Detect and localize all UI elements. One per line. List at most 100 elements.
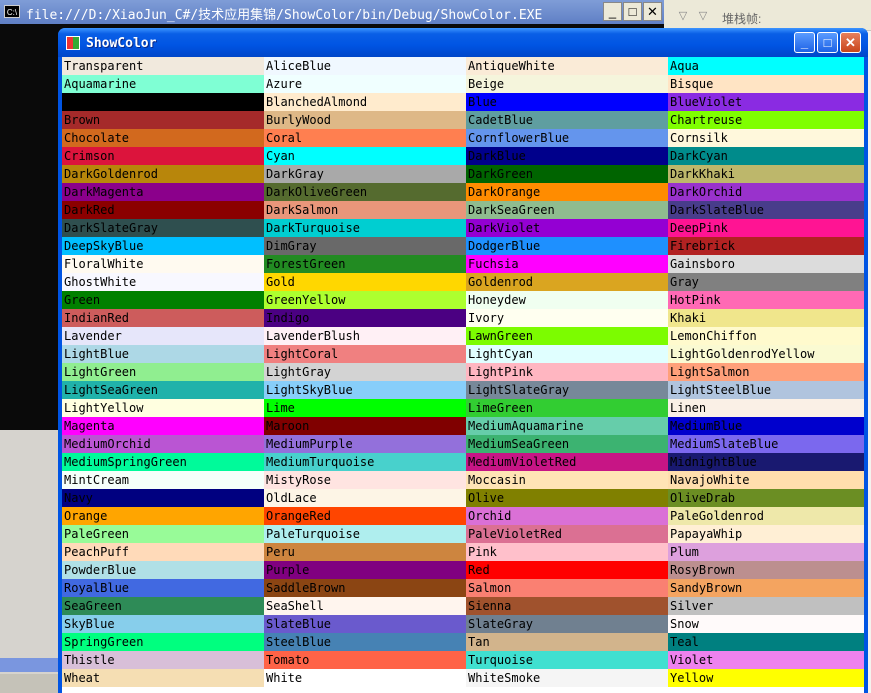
color-cell: AliceBlue — [264, 57, 466, 75]
console-maximize-button[interactable]: □ — [623, 2, 642, 21]
filter-icon[interactable]: ▽ — [676, 9, 690, 23]
color-cell: Violet — [668, 651, 864, 669]
color-cell: Aqua — [668, 57, 864, 75]
color-cell: SpringGreen — [62, 633, 264, 651]
color-cell: MediumSlateBlue — [668, 435, 864, 453]
color-grid: Transparent AliceBlue AntiqueWhite Aqua Aqua… — [62, 57, 864, 687]
color-cell: DarkSlateBlue — [668, 201, 864, 219]
color-cell: LightGray — [264, 363, 466, 381]
color-cell: SandyBrown — [668, 579, 864, 597]
stack-frame-label: 堆栈帧: — [722, 12, 762, 26]
color-cell: Cyan — [264, 147, 466, 165]
color-cell: MidnightBlue — [668, 453, 864, 471]
color-cell: BlueViolet — [668, 93, 864, 111]
color-cell: BlanchedAlmond — [264, 93, 466, 111]
color-cell: Yellow — [668, 669, 864, 687]
close-button[interactable]: ✕ — [840, 32, 861, 53]
color-cell: LightGreen — [62, 363, 264, 381]
color-cell: PapayaWhip — [668, 525, 864, 543]
color-cell: PeachPuff — [62, 543, 264, 561]
color-cell: DimGray — [264, 237, 466, 255]
color-cell: Bisque — [668, 75, 864, 93]
color-cell: PaleTurquoise — [264, 525, 466, 543]
color-cell: Chartreuse — [668, 111, 864, 129]
color-cell: Indigo — [264, 309, 466, 327]
color-cell: DarkKhaki — [668, 165, 864, 183]
maximize-button[interactable]: □ — [817, 32, 838, 53]
color-cell: LimeGreen — [466, 399, 668, 417]
color-cell: OliveDrab — [668, 489, 864, 507]
color-cell: MediumOrchid — [62, 435, 264, 453]
color-cell: Plum — [668, 543, 864, 561]
color-cell: DarkTurquoise — [264, 219, 466, 237]
console-minimize-button[interactable]: _ — [603, 2, 622, 21]
color-cell: DarkGray — [264, 165, 466, 183]
color-cell: DarkOrange — [466, 183, 668, 201]
color-cell: MistyRose — [264, 471, 466, 489]
console-title-bar[interactable]: C:\ file:///D:/XiaoJun_C#/技术应用集锦/ShowCol… — [0, 0, 664, 24]
color-cell: Lime — [264, 399, 466, 417]
color-cell: Moccasin — [466, 471, 668, 489]
color-cell: Brown — [62, 111, 264, 129]
color-cell: SeaShell — [264, 597, 466, 615]
color-cell: Pink — [466, 543, 668, 561]
color-cell: LightSalmon — [668, 363, 864, 381]
color-cell: LavenderBlush — [264, 327, 466, 345]
color-cell: HotPink — [668, 291, 864, 309]
console-title: file:///D:/XiaoJun_C#/技术应用集锦/ShowColor/b… — [26, 8, 543, 23]
color-cell: FloralWhite — [62, 255, 264, 273]
color-cell: Black — [62, 93, 264, 111]
color-cell: Fuchsia — [466, 255, 668, 273]
color-cell: CadetBlue — [466, 111, 668, 129]
color-cell: LightCoral — [264, 345, 466, 363]
color-cell: DodgerBlue — [466, 237, 668, 255]
color-cell: MediumTurquoise — [264, 453, 466, 471]
color-cell: Khaki — [668, 309, 864, 327]
color-cell: BurlyWood — [264, 111, 466, 129]
color-cell: Cornsilk — [668, 129, 864, 147]
color-cell: Gray — [668, 273, 864, 291]
color-cell: PaleGoldenrod — [668, 507, 864, 525]
color-cell: Sienna — [466, 597, 668, 615]
console-close-button[interactable]: ✕ — [643, 2, 662, 21]
color-cell: Beige — [466, 75, 668, 93]
color-cell: DarkGreen — [466, 165, 668, 183]
color-cell: SkyBlue — [62, 615, 264, 633]
color-cell: DarkBlue — [466, 147, 668, 165]
color-cell: Crimson — [62, 147, 264, 165]
stack-frame-icon[interactable]: ▽ — [696, 9, 710, 23]
showcolor-window: ShowColor _ □ ✕ Transparent AliceBlue Anti… — [58, 28, 868, 693]
color-cell: Gainsboro — [668, 255, 864, 273]
color-cell: Wheat — [62, 669, 264, 687]
color-cell: Magenta — [62, 417, 264, 435]
color-cell: Olive — [466, 489, 668, 507]
minimize-button[interactable]: _ — [794, 32, 815, 53]
color-cell: DarkSeaGreen — [466, 201, 668, 219]
color-cell: Lavender — [62, 327, 264, 345]
color-cell: Turquoise — [466, 651, 668, 669]
console-icon: C:\ — [4, 5, 20, 18]
color-cell: Thistle — [62, 651, 264, 669]
color-cell: DarkSlateGray — [62, 219, 264, 237]
color-cell: MediumSpringGreen — [62, 453, 264, 471]
color-cell: Tomato — [264, 651, 466, 669]
color-cell: LightBlue — [62, 345, 264, 363]
color-cell: LightSlateGray — [466, 381, 668, 399]
color-cell: DarkGoldenrod — [62, 165, 264, 183]
color-cell: Snow — [668, 615, 864, 633]
color-cell: LightCyan — [466, 345, 668, 363]
color-cell: SlateGray — [466, 615, 668, 633]
color-cell: Teal — [668, 633, 864, 651]
color-cell: PaleVioletRed — [466, 525, 668, 543]
color-cell: Azure — [264, 75, 466, 93]
color-cell: SaddleBrown — [264, 579, 466, 597]
window-title-bar[interactable]: ShowColor _ □ ✕ — [58, 28, 868, 57]
color-cell: OldLace — [264, 489, 466, 507]
color-cell: Goldenrod — [466, 273, 668, 291]
taskbar-strip — [0, 430, 58, 693]
color-cell: CornflowerBlue — [466, 129, 668, 147]
color-cell: Red — [466, 561, 668, 579]
color-cell: DarkMagenta — [62, 183, 264, 201]
color-cell: Firebrick — [668, 237, 864, 255]
color-cell: DeepPink — [668, 219, 864, 237]
